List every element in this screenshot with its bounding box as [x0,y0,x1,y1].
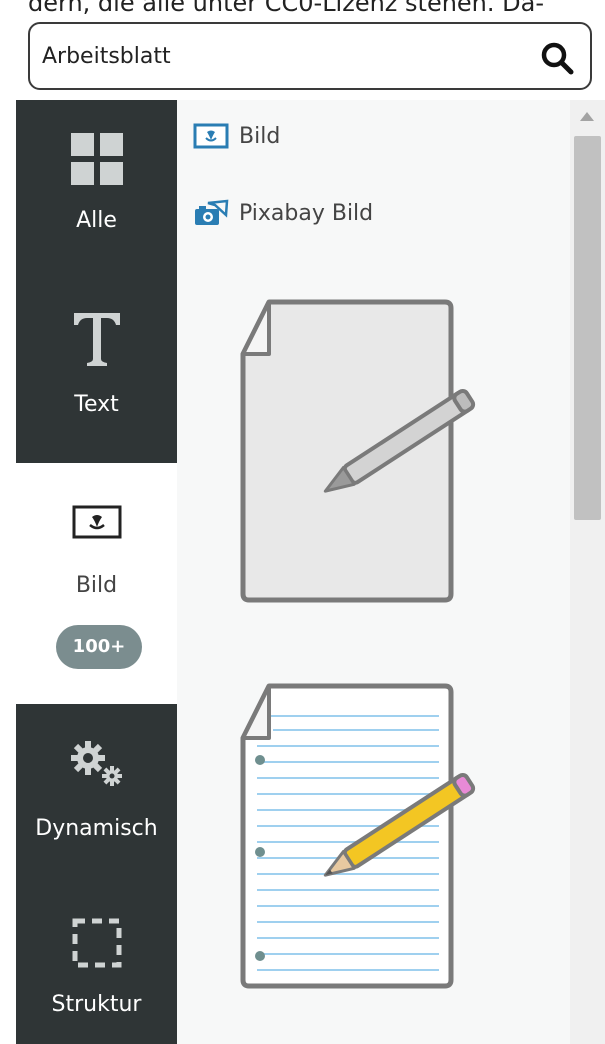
results-scrollbar[interactable] [570,100,605,1044]
category-alle[interactable]: Alle [16,100,177,281]
result-count-badge: 100+ [56,625,142,669]
category-label: Struktur [51,992,142,1017]
category-label: Text [74,392,119,417]
search-box [28,22,592,90]
category-sidebar: Alle Text Bild 100+ Dynamisch Struktur [16,100,177,1044]
result-label: Pixabay Bild [239,200,374,226]
category-bild[interactable]: Bild 100+ [16,463,177,704]
scroll-up-arrow-icon[interactable] [576,108,598,126]
category-struktur[interactable]: Struktur [16,900,177,1044]
category-label: Alle [76,208,117,233]
worksheet-lined-pencil-thumbnail[interactable] [217,678,497,994]
gears-icon [70,741,122,786]
content-panel: Alle Text Bild 100+ Dynamisch Struktur B… [16,100,605,1044]
camera-icon [195,199,229,225]
scrollbar-thumb[interactable] [574,136,601,520]
result-bild[interactable]: Bild [193,118,280,154]
result-label: Bild [239,123,281,149]
worksheet-blank-pencil-thumbnail[interactable] [217,294,497,608]
result-pixabay-bild[interactable]: Pixabay Bild [193,195,373,231]
search-input[interactable] [42,34,522,78]
category-label: Dynamisch [35,816,158,841]
category-dynamisch[interactable]: Dynamisch [16,704,177,900]
text-icon [73,313,120,366]
category-text[interactable]: Text [16,281,177,463]
image-icon [72,505,121,539]
search-icon[interactable] [540,41,574,75]
category-label: Bild [75,573,118,598]
image-icon [193,123,229,149]
structure-icon [72,918,121,968]
grid-icon [70,133,123,185]
results-list: Bild Pixabay Bild [177,100,570,1044]
background-page-text: dern, die alle unter CC0-Lizenz stehen. … [28,0,544,17]
